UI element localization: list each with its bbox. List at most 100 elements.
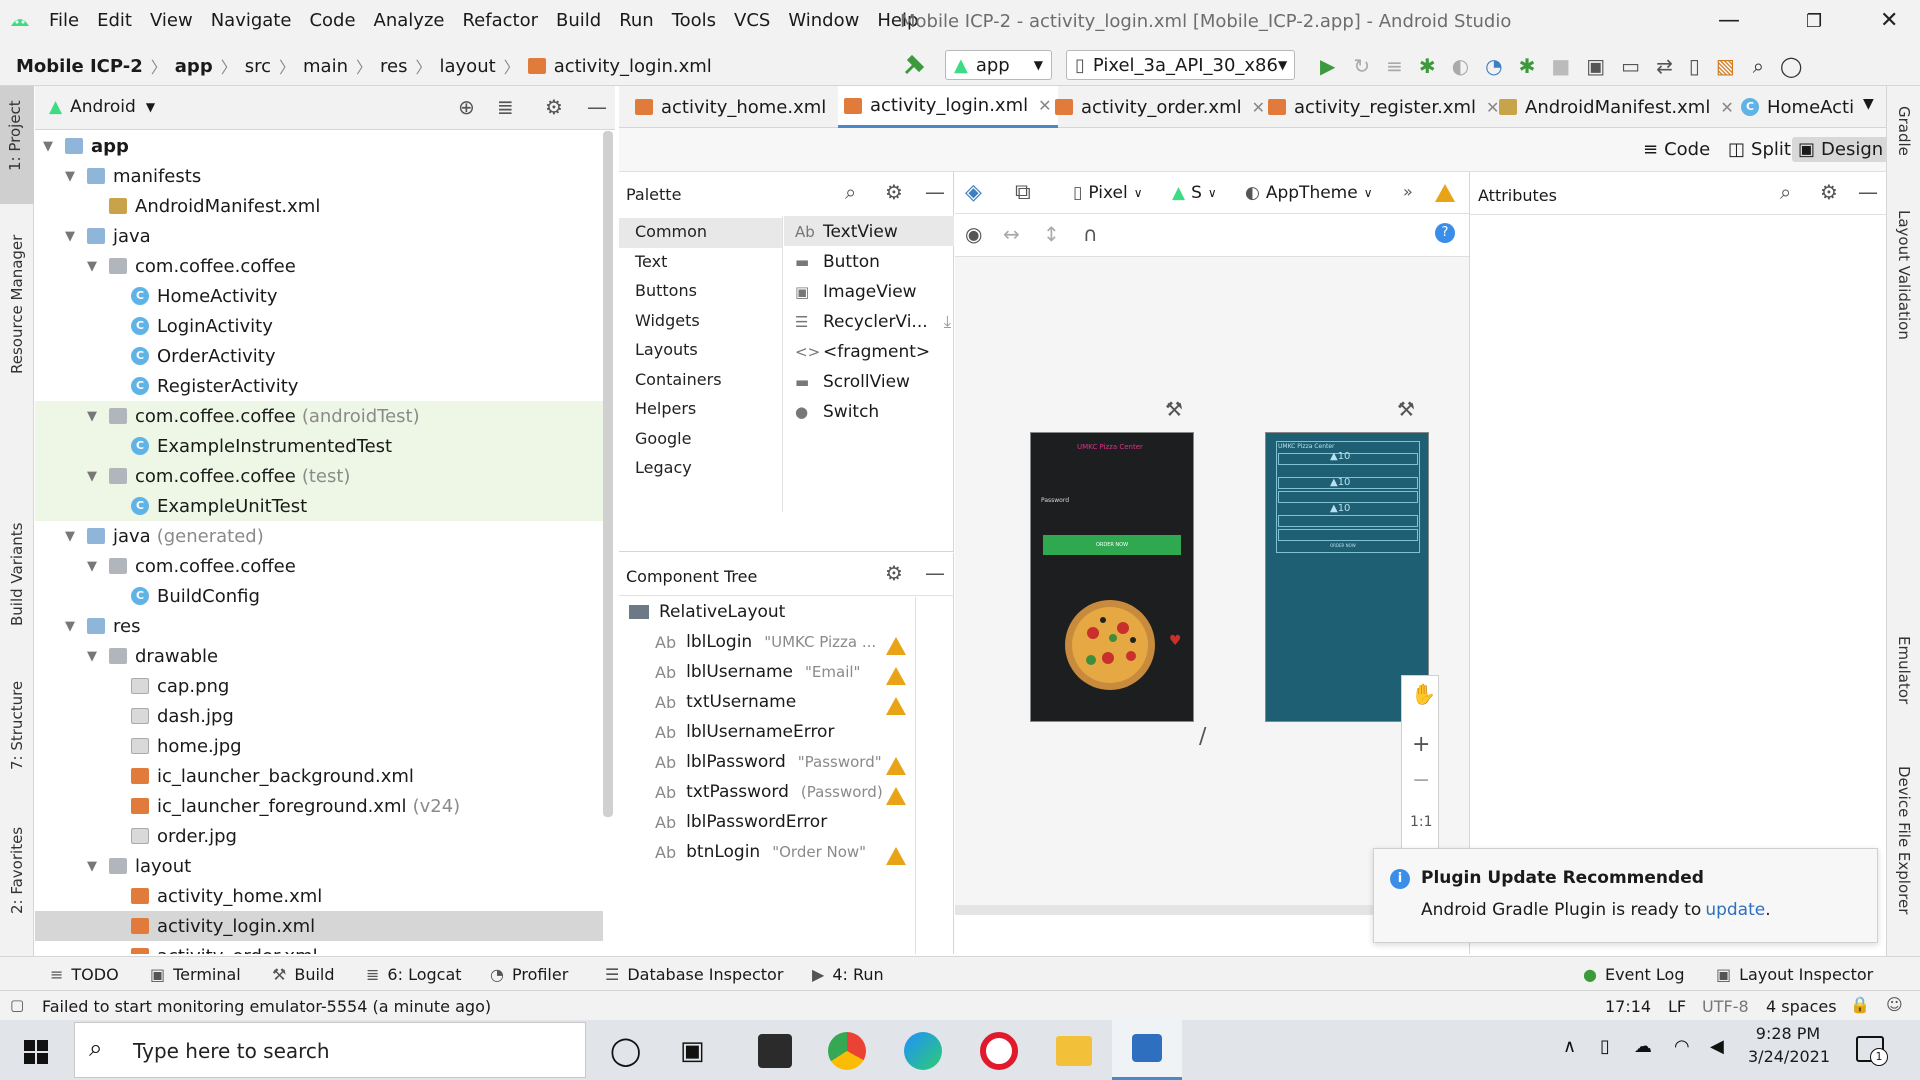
search-icon[interactable]: ⌕ xyxy=(1753,54,1764,78)
stripe-layout-validation[interactable]: Layout Validation xyxy=(1895,210,1913,340)
warning-icon[interactable] xyxy=(886,697,906,715)
stripe-structure[interactable]: 7: Structure xyxy=(8,681,26,770)
component-item[interactable]: Ab lblPassword "Password" xyxy=(655,752,882,772)
stripe-gradle[interactable]: Gradle xyxy=(1895,106,1913,156)
tree-item[interactable]: ic_launcher_background.xml xyxy=(35,761,603,791)
android-studio-taskbar-button[interactable] xyxy=(1112,1020,1182,1080)
menu-code[interactable]: Code xyxy=(300,10,364,31)
tree-item[interactable]: activity_home.xml xyxy=(35,881,603,911)
palette-category-widgets[interactable]: Widgets xyxy=(635,311,700,330)
run-icon[interactable]: ▶ xyxy=(1320,54,1335,78)
pan-icon[interactable]: ✋ xyxy=(1411,682,1436,706)
locate-icon[interactable]: ⊕ xyxy=(458,95,475,119)
chevron-down-icon[interactable]: ▼ xyxy=(87,559,101,574)
tree-item[interactable]: order.jpg xyxy=(35,821,603,851)
tab-home-activity[interactable]: C HomeActi xyxy=(1735,86,1860,128)
palette-item[interactable]: ☰ RecyclerVi... ⤓ xyxy=(795,312,951,332)
component-item[interactable]: Ab lblPasswordError xyxy=(655,812,827,832)
tab-activity-order[interactable]: activity_order.xml ✕ xyxy=(1049,86,1271,128)
breadcrumb-project[interactable]: Mobile ICP-2 xyxy=(16,56,143,77)
tree-item[interactable]: ▼ app xyxy=(35,131,603,161)
run-tool-button[interactable]: ▶ 4: Run xyxy=(812,965,884,984)
warning-icon[interactable] xyxy=(1435,184,1455,202)
device-preview-select[interactable]: ▯ Pixel ∨ xyxy=(1073,183,1142,203)
palette-category-text[interactable]: Text xyxy=(635,252,667,271)
palette-item[interactable]: <> <fragment> xyxy=(795,342,930,362)
coverage-icon[interactable]: ◐ xyxy=(1452,54,1469,78)
project-structure-icon[interactable]: ▧ xyxy=(1716,54,1735,78)
tree-item[interactable]: ▼ manifests xyxy=(35,161,603,191)
build-tool-button[interactable]: ⚒ Build xyxy=(272,965,335,984)
plugin-update-notification[interactable]: i Plugin Update Recommended Android Grad… xyxy=(1373,848,1878,943)
cloud-icon[interactable]: ☁ xyxy=(1634,1036,1652,1057)
tree-item[interactable]: activity_login.xml xyxy=(35,911,603,941)
volume-icon[interactable]: ◀ xyxy=(1710,1036,1724,1057)
zoom-out-icon[interactable]: − xyxy=(1412,768,1430,793)
minimize-button[interactable]: — xyxy=(1718,8,1740,33)
apply-changes-icon[interactable]: ≡ xyxy=(1386,54,1403,78)
indent-setting[interactable]: 4 spaces xyxy=(1766,997,1837,1016)
wrench-icon[interactable]: ⚒ xyxy=(1165,397,1183,421)
search-icon[interactable]: ⌕ xyxy=(845,180,856,204)
edge-icon[interactable] xyxy=(904,1032,942,1070)
profiler-tool-button[interactable]: ◔ Profiler xyxy=(490,965,568,984)
tab-activity-login[interactable]: activity_login.xml ✕ xyxy=(838,86,1058,128)
magnet-icon[interactable]: ∩ xyxy=(1083,222,1098,246)
breadcrumb-layout[interactable]: layout xyxy=(440,56,496,77)
palette-category-layouts[interactable]: Layouts xyxy=(635,340,698,359)
breadcrumb-module[interactable]: app xyxy=(175,56,213,77)
resize-handle-icon[interactable]: ∕ xyxy=(1199,724,1206,749)
restore-button[interactable]: ❐ xyxy=(1806,11,1822,32)
breadcrumb-res[interactable]: res xyxy=(380,56,407,77)
wifi-icon[interactable]: ◠ xyxy=(1674,1036,1690,1057)
tree-item[interactable]: ▼ com.coffee.coffee (androidTest) xyxy=(35,401,603,431)
component-item[interactable]: Ab txtPassword (Password) xyxy=(655,782,883,802)
hide-panel-icon[interactable]: — xyxy=(587,95,607,119)
wrench-icon[interactable]: ⚒ xyxy=(1397,397,1415,421)
component-item[interactable]: Ab lblLogin "UMKC Pizza ... xyxy=(655,632,876,652)
project-view-select[interactable]: ▲ Android ▼ xyxy=(49,97,155,117)
hide-panel-icon[interactable]: — xyxy=(925,561,945,585)
tab-android-manifest[interactable]: AndroidManifest.xml ✕ xyxy=(1493,86,1740,128)
gear-icon[interactable]: ⚙ xyxy=(545,95,563,119)
tree-item[interactable]: ▼ com.coffee.coffee xyxy=(35,551,603,581)
menu-build[interactable]: Build xyxy=(547,10,610,31)
chevron-down-icon[interactable]: ▼ xyxy=(87,469,101,484)
chevron-down-icon[interactable]: ▼ xyxy=(87,259,101,274)
tree-item[interactable]: ▼ res xyxy=(35,611,603,641)
hide-panel-icon[interactable]: — xyxy=(1858,180,1878,204)
chevron-down-icon[interactable]: ▼ xyxy=(87,859,101,874)
stripe-resource-manager[interactable]: Resource Manager xyxy=(8,235,26,374)
device-select[interactable]: ▯ Pixel_3a_API_30_x86 ▼ xyxy=(1066,50,1295,80)
close-window-button[interactable]: ✕ xyxy=(1880,8,1898,33)
stop-icon[interactable]: ■ xyxy=(1551,54,1570,78)
palette-category-common[interactable]: Common xyxy=(635,222,707,241)
chevron-up-icon[interactable]: ∧ xyxy=(1563,1036,1576,1057)
avd-manager-icon[interactable]: ▭ xyxy=(1621,54,1640,78)
tree-item[interactable]: C OrderActivity xyxy=(35,341,603,371)
inspector-icon[interactable]: ☺ xyxy=(1886,995,1903,1014)
chrome-icon[interactable] xyxy=(828,1032,866,1070)
stripe-build-variants[interactable]: Build Variants xyxy=(8,523,26,626)
gear-icon[interactable]: ⚙ xyxy=(885,561,903,585)
menu-vcs[interactable]: VCS xyxy=(725,10,779,31)
event-log-tool-button[interactable]: ● Event Log xyxy=(1583,965,1684,984)
terminal-tool-button[interactable]: ▣ Terminal xyxy=(150,965,241,984)
palette-item[interactable]: ▣ ImageView xyxy=(795,282,917,302)
palette-item[interactable]: ● Switch xyxy=(795,402,879,422)
chevron-down-icon[interactable]: ▼ xyxy=(87,409,101,424)
tree-item[interactable]: cap.png xyxy=(35,671,603,701)
taskbar-search[interactable]: ⌕ Type here to search xyxy=(74,1022,586,1078)
design-preview[interactable]: UMKC Pizza Center Password ORDER NOW ♥ xyxy=(1030,432,1194,722)
hammer-build-icon[interactable] xyxy=(902,53,926,77)
tree-item[interactable]: C ExampleInstrumentedTest xyxy=(35,431,603,461)
design-mode-button[interactable]: ▣ Design xyxy=(1792,137,1890,162)
tree-item[interactable]: AndroidManifest.xml xyxy=(35,191,603,221)
theme-select[interactable]: ◐ AppTheme ∨ xyxy=(1245,183,1373,203)
sdk-manager-icon[interactable]: ⇄ xyxy=(1656,54,1673,78)
tree-item[interactable]: C RegisterActivity xyxy=(35,371,603,401)
component-item[interactable]: Ab btnLogin "Order Now" xyxy=(655,842,866,862)
gear-icon[interactable]: ⚙ xyxy=(885,180,903,204)
tree-item[interactable]: home.jpg xyxy=(35,731,603,761)
run-config-select[interactable]: ▲ app ▼ xyxy=(945,50,1052,80)
